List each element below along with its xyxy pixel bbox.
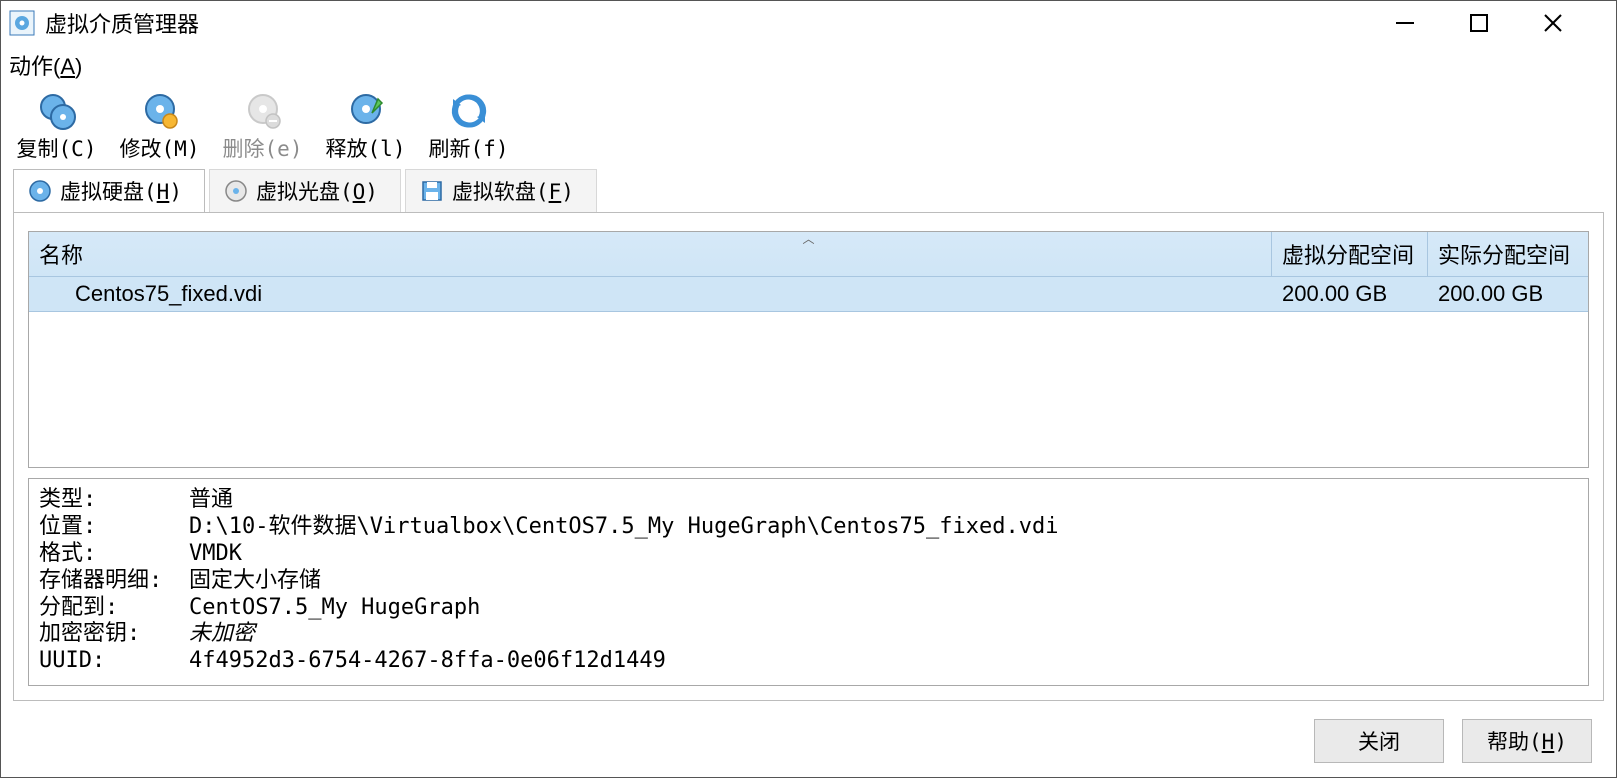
tab-hdd[interactable]: 虚拟硬盘(H)	[13, 169, 205, 212]
tab-floppy[interactable]: 虚拟软盘(F)	[405, 169, 597, 212]
encryption-label: 加密密钥:	[39, 621, 189, 648]
close-dialog-button[interactable]: 关闭	[1314, 719, 1444, 763]
app-icon	[9, 10, 35, 36]
th-name[interactable]: 名称	[29, 232, 1272, 276]
modify-button[interactable]: 修改(M)	[112, 89, 207, 165]
details-panel: 类型: 普通 位置: D:\10-软件数据\Virtualbox\CentOS7…	[28, 478, 1589, 686]
storage-value: 固定大小存储	[189, 568, 1578, 595]
cell-actual-size: 200.00 GB	[1428, 277, 1588, 311]
delete-button: 删除(e)	[215, 89, 310, 165]
attached-label: 分配到:	[39, 595, 189, 622]
window-controls	[1394, 12, 1608, 34]
tab-optical[interactable]: 虚拟光盘(O)	[209, 169, 401, 212]
content-area: 名称 虚拟分配空间 实际分配空间 Centos75_fixed.vdi 200.…	[13, 212, 1604, 701]
table-header: 名称 虚拟分配空间 实际分配空间	[29, 232, 1588, 277]
cell-name: Centos75_fixed.vdi	[29, 277, 1272, 311]
toolbar: 复制(C) 修改(M) 删除(e) 释放(l) 刷新(f)	[1, 87, 1616, 169]
uuid-label: UUID:	[39, 648, 189, 675]
window-title: 虚拟介质管理器	[45, 7, 199, 39]
type-value: 普通	[189, 487, 1578, 514]
help-button[interactable]: 帮助(H)	[1462, 719, 1592, 763]
type-label: 类型:	[39, 487, 189, 514]
refresh-button[interactable]: 刷新(f)	[421, 89, 516, 165]
optical-icon	[224, 179, 248, 203]
footer: 关闭 帮助(H)	[1, 709, 1616, 777]
cell-virtual-size: 200.00 GB	[1272, 277, 1428, 311]
media-table: 名称 虚拟分配空间 实际分配空间 Centos75_fixed.vdi 200.…	[28, 231, 1589, 468]
storage-label: 存储器明细:	[39, 568, 189, 595]
encryption-value: 未加密	[189, 621, 1578, 648]
close-button[interactable]	[1542, 12, 1580, 34]
delete-icon	[243, 91, 283, 131]
copy-button[interactable]: 复制(C)	[9, 89, 104, 165]
maximize-button[interactable]	[1468, 12, 1506, 34]
th-virtual-size[interactable]: 虚拟分配空间	[1272, 232, 1428, 276]
minimize-button[interactable]	[1394, 12, 1432, 34]
tabs: 虚拟硬盘(H) 虚拟光盘(O) 虚拟软盘(F)	[1, 169, 1616, 212]
location-label: 位置:	[39, 514, 189, 541]
format-value: VMDK	[189, 541, 1578, 568]
location-value: D:\10-软件数据\Virtualbox\CentOS7.5_My HugeG…	[189, 514, 1578, 541]
menu-actions[interactable]: 动作(A)	[9, 54, 82, 79]
table-body: Centos75_fixed.vdi 200.00 GB 200.00 GB	[29, 277, 1588, 467]
hdd-icon	[28, 179, 52, 203]
menubar: 动作(A)	[1, 45, 1616, 87]
table-row[interactable]: Centos75_fixed.vdi 200.00 GB 200.00 GB	[29, 277, 1588, 312]
uuid-value: 4f4952d3-6754-4267-8ffa-0e06f12d1449	[189, 648, 1578, 675]
format-label: 格式:	[39, 541, 189, 568]
release-icon	[346, 91, 386, 131]
th-actual-size[interactable]: 实际分配空间	[1428, 232, 1588, 276]
titlebar: 虚拟介质管理器	[1, 1, 1616, 45]
attached-value: CentOS7.5_My HugeGraph	[189, 595, 1578, 622]
release-button[interactable]: 释放(l)	[318, 89, 413, 165]
floppy-icon	[420, 179, 444, 203]
modify-icon	[140, 91, 180, 131]
copy-icon	[37, 91, 77, 131]
refresh-icon	[449, 91, 489, 131]
